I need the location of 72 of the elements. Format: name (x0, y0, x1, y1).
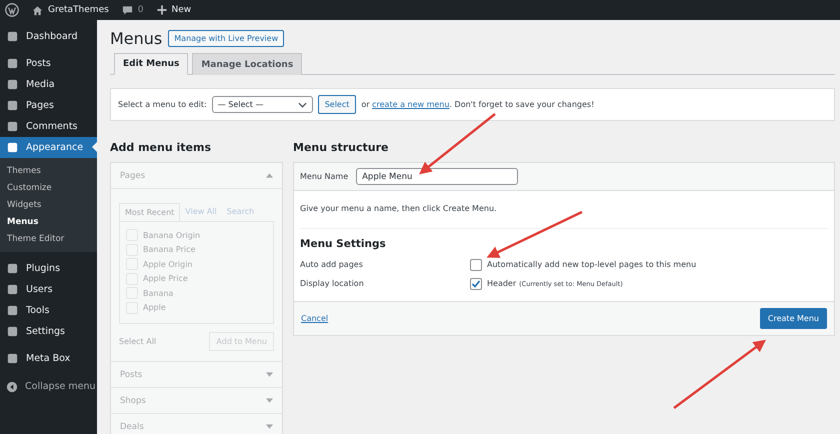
menu-item-icon (6, 78, 19, 91)
menu-name-label: Menu Name (300, 172, 348, 181)
sidebar-item[interactable]: Users (0, 279, 97, 300)
menu-item-icon (6, 141, 19, 154)
menu-item-icon (6, 304, 19, 317)
section-heading: Menu structure (293, 141, 390, 154)
live-preview-button[interactable]: Manage with Live Preview (168, 30, 284, 47)
select-button[interactable]: Select (318, 95, 356, 114)
submenu-item[interactable]: Menus (0, 214, 97, 231)
setting-label: Auto add pages (300, 260, 364, 269)
page-label: Banana Price (143, 245, 196, 254)
site-link[interactable]: GretaThemes (32, 4, 109, 16)
page-label: Apple Origin (143, 260, 192, 269)
checkbox[interactable] (470, 258, 482, 270)
home-icon (32, 4, 43, 16)
submenu-item[interactable]: Customize (0, 180, 97, 197)
collapse-menu-button[interactable]: Collapse menu (0, 376, 97, 397)
menu-item-icon (6, 57, 19, 70)
tab[interactable]: Manage Locations (192, 53, 302, 75)
setting-option: Header (487, 279, 516, 288)
submenu-item[interactable]: Themes (0, 163, 97, 180)
tab[interactable]: Edit Menus (114, 53, 188, 75)
menu-item-icon (6, 352, 19, 365)
menu-name-field[interactable]: Apple Menu (356, 168, 518, 185)
menu-item-icon (6, 283, 19, 296)
page-title: Menus (110, 29, 162, 48)
speech-bubble-icon (122, 4, 133, 16)
sidebar-item[interactable]: Comments (0, 116, 97, 137)
create-menu-link[interactable]: create a new menu (372, 100, 450, 109)
menu-item-icon (6, 120, 19, 133)
submenu-item[interactable]: Theme Editor (0, 231, 97, 248)
wordpress-logo-icon[interactable] (5, 3, 19, 17)
sidebar-item[interactable]: Tools (0, 300, 97, 321)
cancel-link[interactable]: Cancel (301, 314, 328, 323)
create-menu-button[interactable]: Create Menu (760, 308, 827, 329)
sidebar-item[interactable]: Media (0, 74, 97, 95)
comments-link[interactable]: 0 (122, 4, 144, 16)
sidebar-item[interactable]: Meta Box (0, 348, 97, 369)
checkbox[interactable] (470, 278, 482, 290)
comment-count: 0 (138, 5, 144, 15)
new-label: New (172, 5, 192, 15)
select-label: Select a menu to edit: (118, 100, 207, 109)
site-name: GretaThemes (48, 5, 109, 15)
setting-label: Display location (300, 279, 365, 288)
caret-icon (266, 398, 273, 403)
section-heading: Add menu items (110, 141, 212, 154)
sidebar-item[interactable]: Pages (0, 95, 97, 116)
caret-icon (266, 173, 273, 178)
sidebar-item[interactable]: Settings (0, 321, 97, 342)
setting-option: Automatically add new top-level pages to this menu (487, 260, 696, 269)
page-label: Banana (143, 288, 174, 298)
page-label: Banana Origin (143, 230, 200, 240)
select-hint-text: or create a new menu. Don't forget to save your changes! (361, 100, 594, 109)
sidebar-item[interactable]: Appearance (0, 137, 97, 158)
menu-item-icon (6, 262, 19, 275)
menu-item-icon (6, 325, 19, 338)
settings-heading: Menu Settings (300, 238, 387, 250)
menu-item-icon (6, 99, 19, 112)
sidebar-item[interactable]: Dashboard (0, 26, 97, 47)
caret-icon (266, 372, 273, 377)
plus-icon (156, 5, 167, 15)
page-label: Apple (143, 303, 166, 312)
chevron-down-icon (298, 102, 307, 108)
menu-select[interactable]: — Select — (212, 96, 313, 113)
menu-item-icon (6, 30, 19, 43)
sidebar-item[interactable]: Plugins (0, 258, 97, 279)
new-link[interactable]: New (156, 5, 192, 15)
sidebar-item[interactable]: Posts (0, 53, 97, 74)
page-label: Apple Price (143, 274, 188, 284)
submenu-item[interactable]: Widgets (0, 197, 97, 214)
instruction-text: Give your menu a name, then click Create Menu. (300, 191, 828, 229)
caret-icon (266, 424, 273, 429)
